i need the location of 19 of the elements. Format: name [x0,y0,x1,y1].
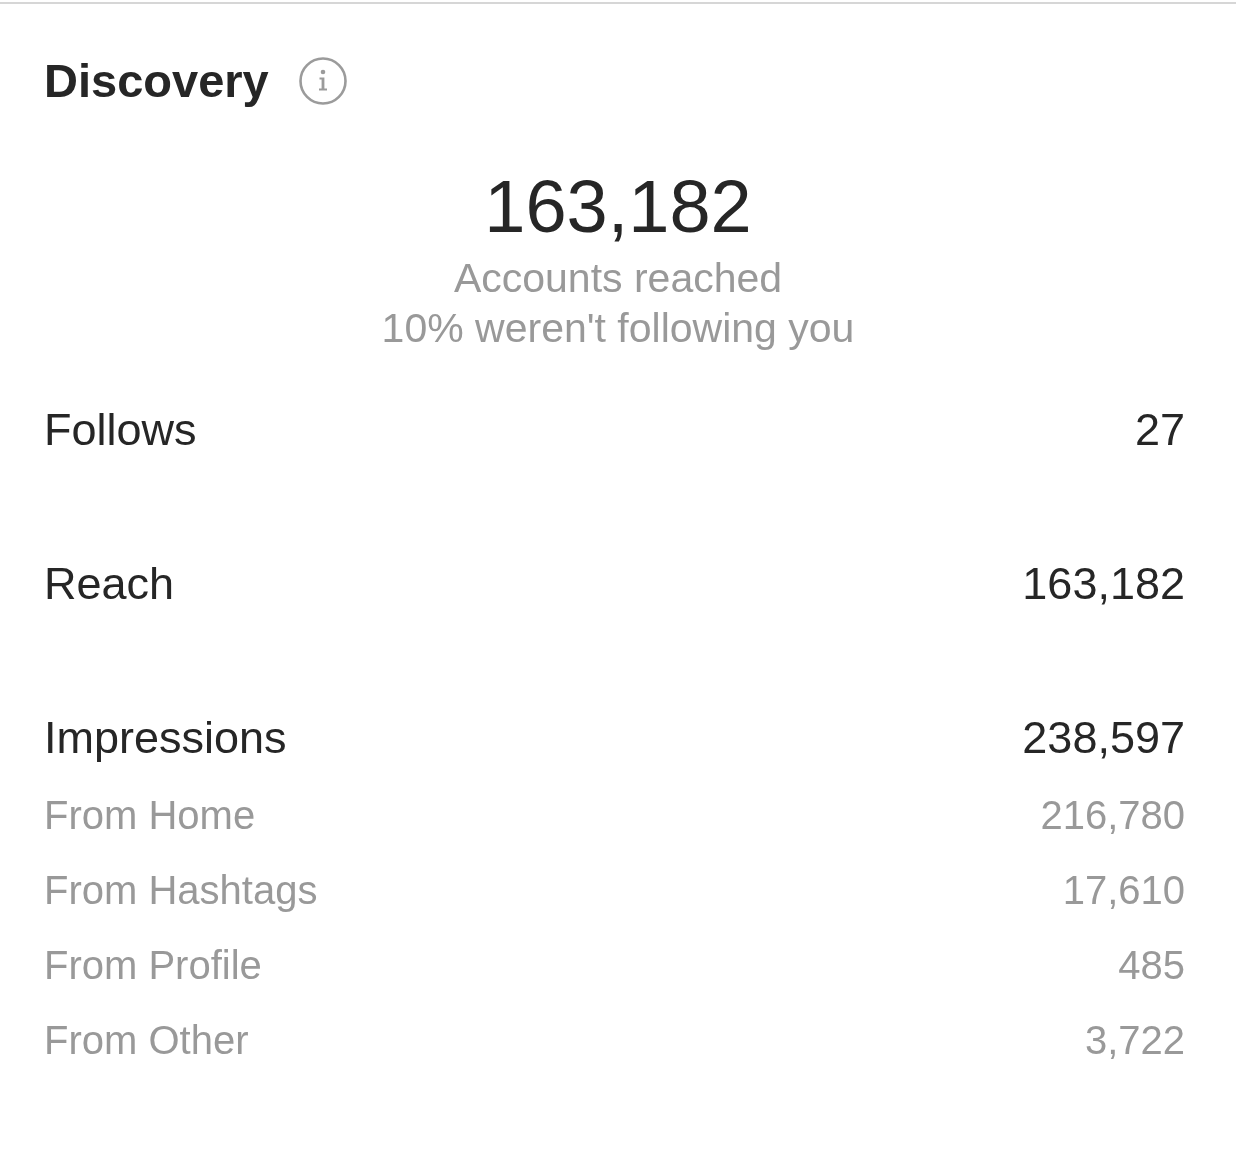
reach-label: Accounts reached [453,254,783,303]
metric-value: 27 [1134,403,1185,457]
metric-label: Follows [44,403,197,457]
source-label: From Other [44,1017,249,1064]
source-value: 485 [1118,942,1185,989]
reach-total: 163,182 [484,167,752,247]
source-value: 3,722 [1084,1017,1185,1064]
section-title: Discovery [44,53,269,109]
source-value: 17,610 [1062,867,1185,914]
metric-value: 163,182 [1022,557,1185,611]
metric-label: Reach [44,557,175,611]
info-icon[interactable] [298,57,347,105]
source-label: From Hashtags [44,867,318,914]
source-label: From Profile [44,942,262,989]
metric-value: 238,597 [1022,711,1185,765]
metric-label: Impressions [44,711,287,765]
source-label: From Home [44,792,256,839]
source-value: 216,780 [1040,792,1185,839]
reach-note: 10% weren't following you [381,304,855,353]
